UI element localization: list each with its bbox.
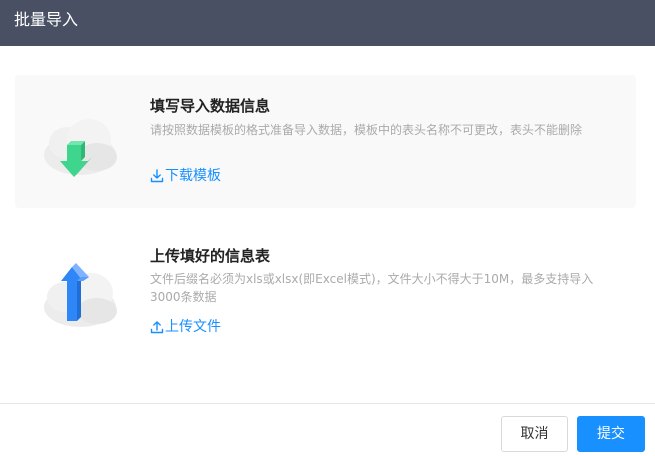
- download-card-description: 请按照数据模板的格式准备导入数据，模板中的表头名称不可更改，表头不能删除: [150, 123, 583, 137]
- download-template-link[interactable]: 下载模板: [150, 167, 221, 185]
- download-template-card: 填写导入数据信息 请按照数据模板的格式准备导入数据，模板中的表头名称不可更改，表…: [15, 75, 636, 208]
- dialog-header: 批量导入: [0, 0, 655, 46]
- cloud-upload-icon: [44, 263, 117, 327]
- upload-card-title: 上传填好的信息表: [150, 247, 271, 265]
- cloud-download-icon: [44, 119, 117, 177]
- download-card-title: 填写导入数据信息: [150, 97, 271, 115]
- upload-file-card: 上传填好的信息表 文件后缀名必须为xls或xlsx(即Excel模式)，文件大小…: [15, 234, 636, 356]
- dialog-title: 批量导入: [14, 10, 79, 29]
- upload-link-label: 上传文件: [165, 319, 221, 335]
- batch-import-dialog: 批量导入 填写导入数据信息 请按照数据模板的格式准备导入数据，模板中的表头名称不…: [0, 0, 655, 456]
- download-link-label: 下载模板: [165, 168, 221, 184]
- cancel-button[interactable]: 取消: [501, 416, 568, 452]
- upload-icon: [150, 321, 164, 334]
- submit-button[interactable]: 提交: [577, 416, 645, 452]
- footer-divider: [0, 403, 655, 404]
- upload-file-link[interactable]: 上传文件: [150, 318, 221, 336]
- upload-card-description: 文件后缀名必须为xls或xlsx(即Excel模式)，文件大小不得大于10M，最…: [150, 272, 594, 304]
- download-icon: [150, 169, 164, 183]
